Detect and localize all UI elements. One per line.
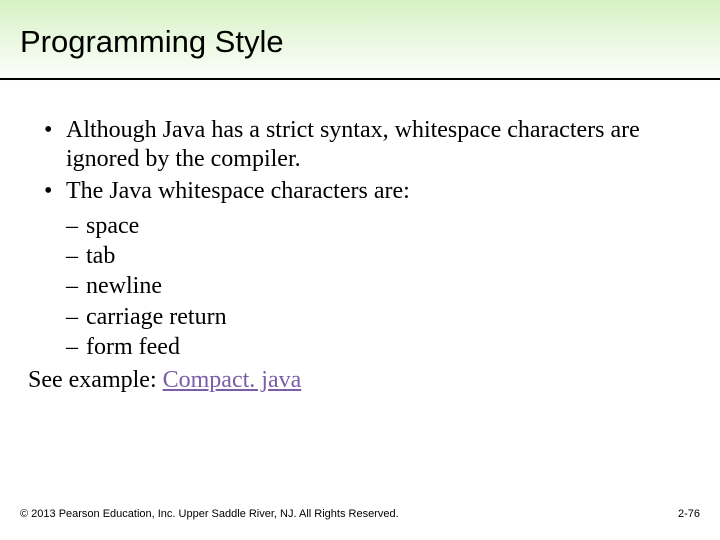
bullet-item: Although Java has a strict syntax, white… <box>44 116 692 175</box>
copyright-text: © 2013 Pearson Education, Inc. Upper Sad… <box>20 508 399 520</box>
sub-item: space <box>66 212 692 241</box>
see-example-line: See example: Compact. java <box>28 366 692 395</box>
example-link[interactable]: Compact. java <box>163 367 302 393</box>
bullet-list: Although Java has a strict syntax, white… <box>44 116 692 206</box>
page-number: 2-76 <box>678 508 700 520</box>
sub-item: carriage return <box>66 303 692 332</box>
slide-content: Although Java has a strict syntax, white… <box>0 84 720 395</box>
sub-item: tab <box>66 242 692 271</box>
see-example-prefix: See example: <box>28 367 163 393</box>
header-band: Programming Style <box>0 0 720 84</box>
slide-title: Programming Style <box>20 24 700 60</box>
sub-list: space tab newline carriage return form f… <box>66 212 692 362</box>
sub-item: form feed <box>66 333 692 362</box>
footer: © 2013 Pearson Education, Inc. Upper Sad… <box>20 508 700 520</box>
title-underline <box>0 78 720 80</box>
sub-item: newline <box>66 272 692 301</box>
bullet-item: The Java whitespace characters are: <box>44 177 692 206</box>
